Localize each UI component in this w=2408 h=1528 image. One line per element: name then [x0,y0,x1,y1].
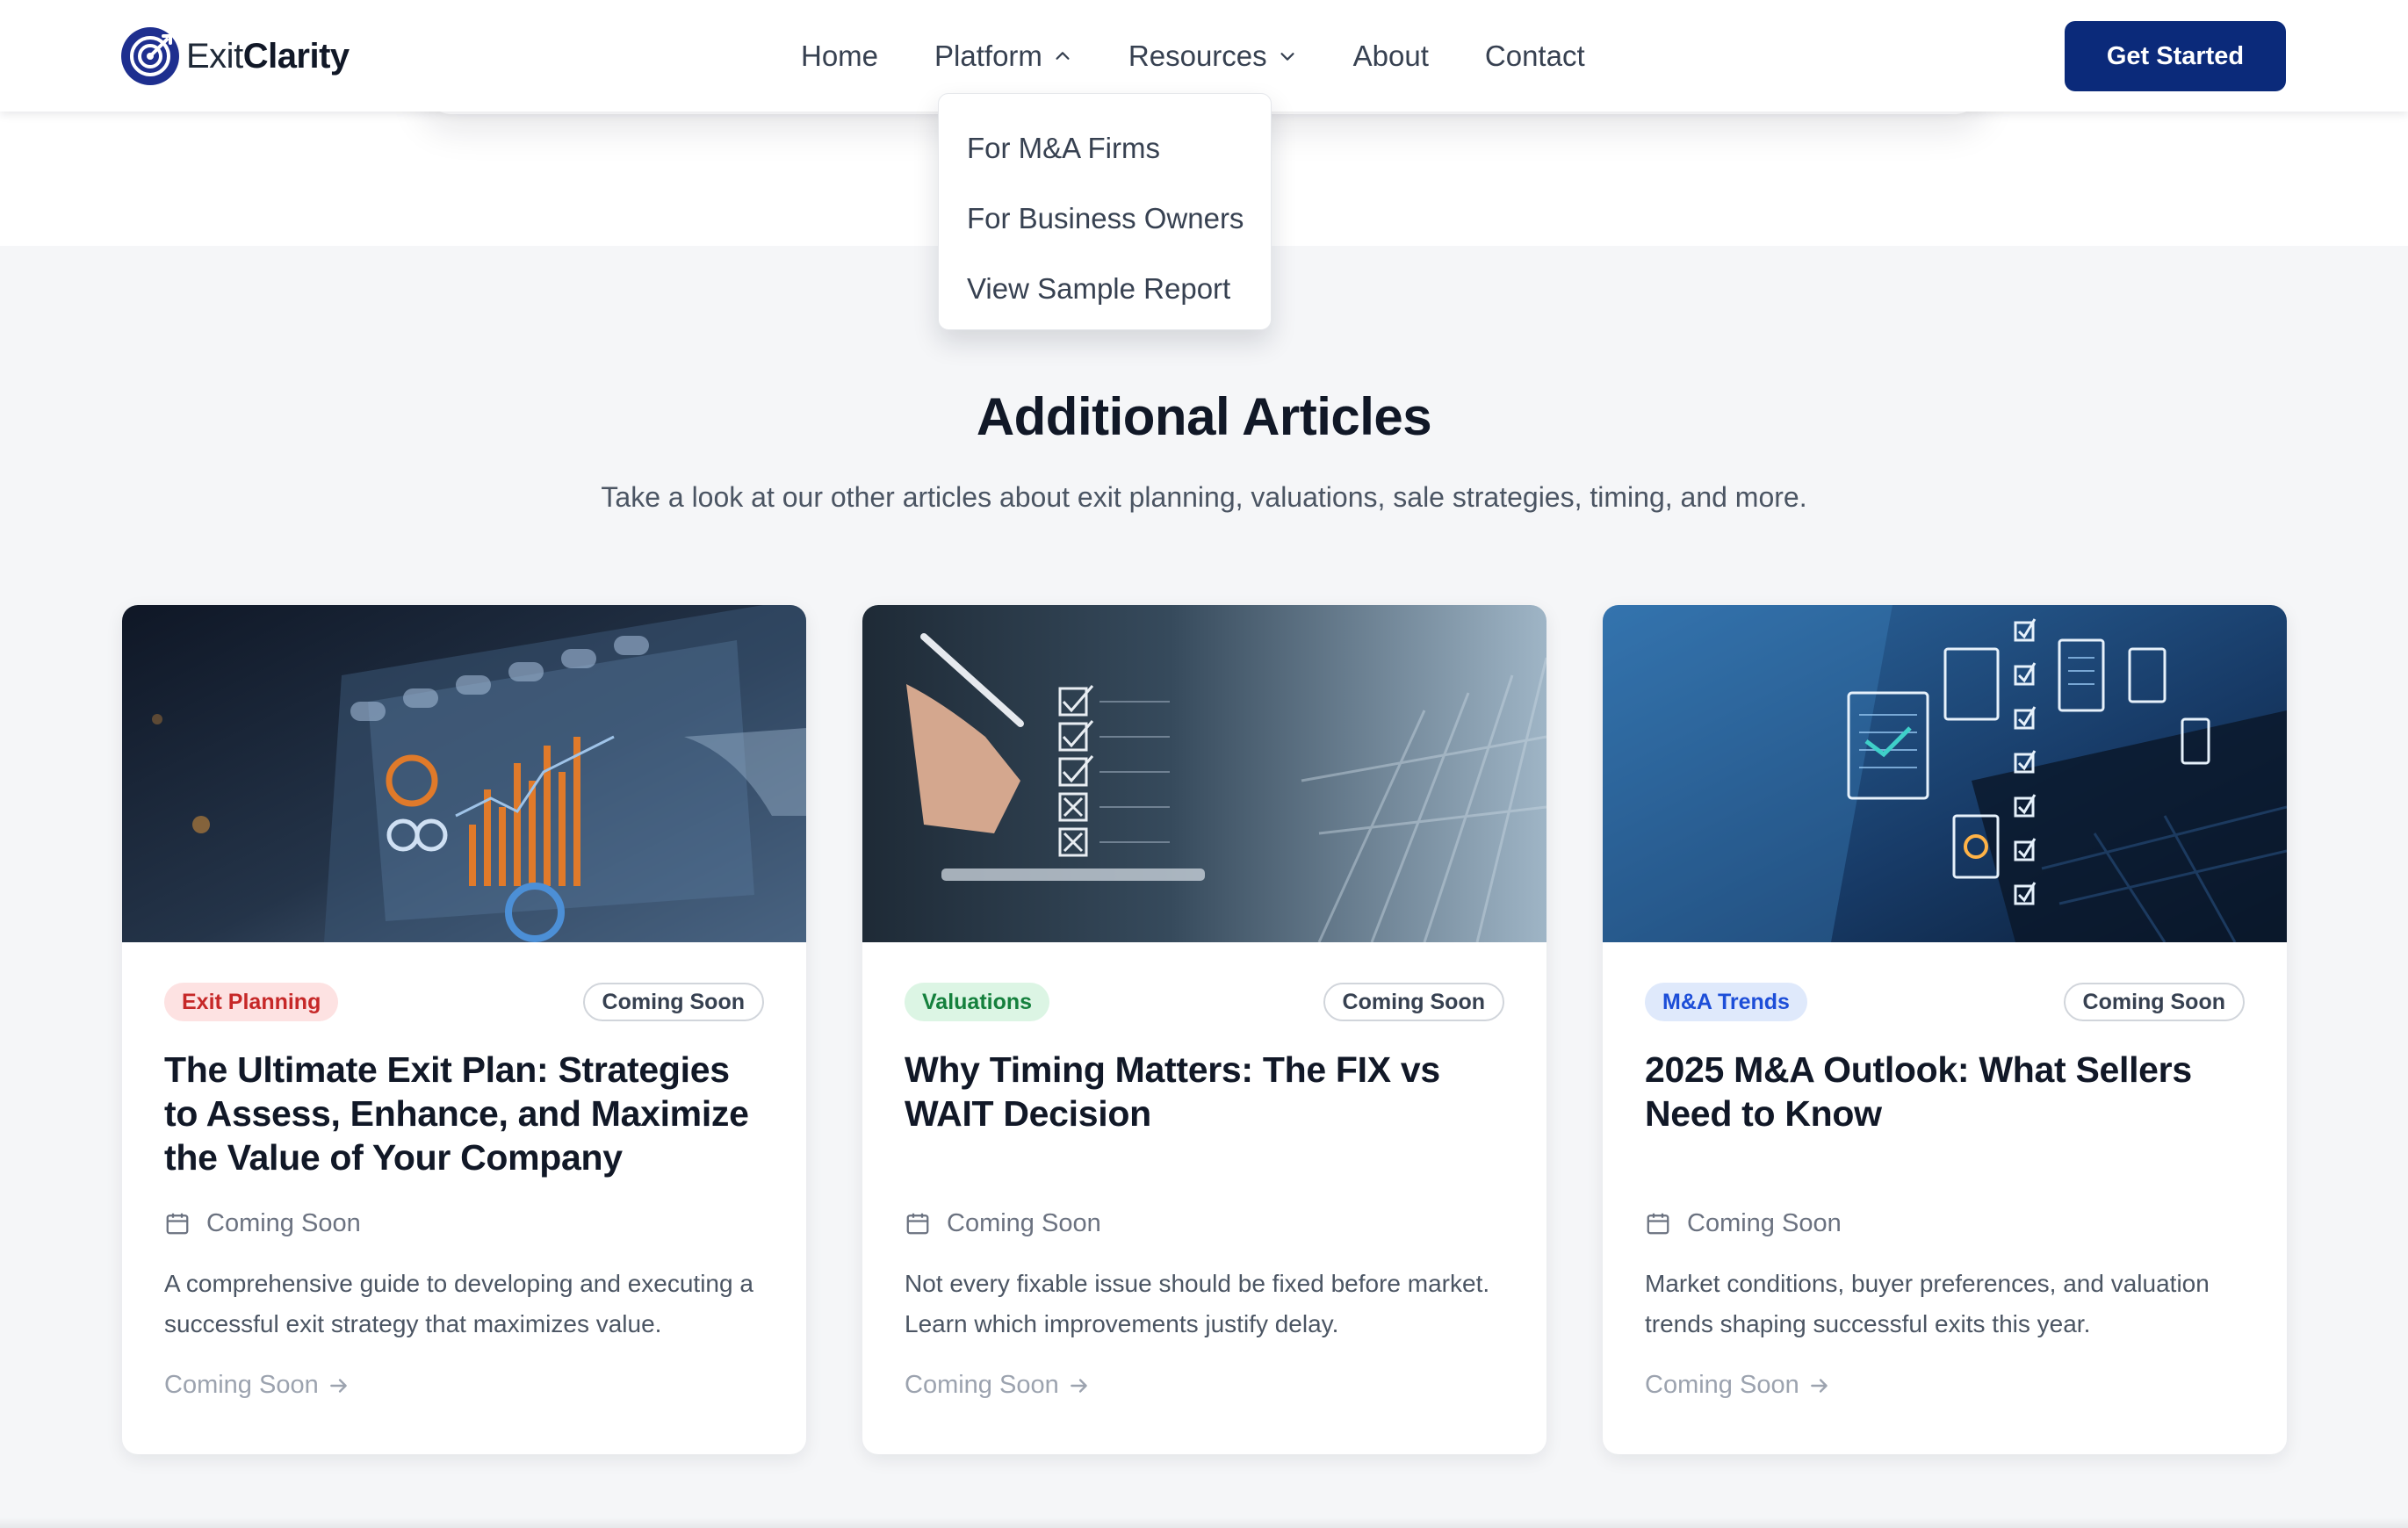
chevron-down-icon [1280,53,1294,61]
menu-item-ma-firms[interactable]: For M&A Firms [939,120,1271,191]
date-text: Coming Soon [206,1208,361,1237]
arrow-right-icon [1810,1378,1828,1393]
date-text: Coming Soon [1687,1208,1842,1237]
link-text: Coming Soon [1645,1371,1799,1399]
nav-home[interactable]: Home [801,40,878,73]
section-title: Additional Articles [976,387,1432,446]
nav-label: Resources [1128,40,1267,72]
article-date: Coming Soon [164,1206,764,1241]
read-more-link[interactable]: Coming Soon [164,1371,764,1400]
page-bottom-divider [0,1517,2408,1528]
nav-label: Contact [1484,40,1585,72]
logo-prefix: Exit [186,36,243,76]
calendar-icon [906,1213,929,1235]
link-text: Coming Soon [164,1371,319,1399]
article-card[interactable]: Valuations Coming Soon Why Timing Matter… [862,605,1546,1454]
nav-contact[interactable]: Contact [1485,40,1585,73]
nav-platform[interactable]: Platform [934,40,1072,73]
nav-about[interactable]: About [1353,40,1429,73]
article-description: A comprehensive guide to developing and … [164,1270,753,1337]
date-text: Coming Soon [947,1208,1101,1237]
article-description: Market conditions, buyer preferences, an… [1645,1270,2210,1337]
category-badge: M&A Trends [1645,983,1807,1021]
category-badge: Exit Planning [164,983,339,1021]
menu-item-sample-report[interactable]: View Sample Report [939,261,1271,331]
platform-dropdown-menu: For M&A Firms For Business Owners View S… [938,93,1272,330]
article-image-checklist [862,605,1546,942]
menu-item-business-owners[interactable]: For Business Owners [939,191,1271,261]
target-logo-icon [121,27,179,85]
article-card-body: M&A Trends Coming Soon 2025 M&A Outlook:… [1645,983,2245,1400]
tag-row: Valuations Coming Soon [905,983,1504,1021]
article-description: Not every fixable issue should be fixed … [905,1270,1490,1337]
article-image-dashboard [122,605,806,942]
article-title[interactable]: Why Timing Matters: The FIX vs WAIT Deci… [905,1048,1504,1185]
link-text: Coming Soon [905,1371,1059,1399]
nav-resources[interactable]: Resources [1128,40,1297,73]
nav-label: Platform [934,40,1042,72]
read-more-link[interactable]: Coming Soon [905,1371,1504,1400]
status-badge: Coming Soon [2063,983,2245,1021]
logo[interactable]: ExitClarity [121,26,350,86]
article-title[interactable]: 2025 M&A Outlook: What Sellers Need to K… [1645,1048,2245,1185]
article-date: Coming Soon [1645,1206,2245,1241]
tag-row: Exit Planning Coming Soon [164,983,764,1021]
read-more-link[interactable]: Coming Soon [1645,1371,2245,1400]
arrow-right-icon [329,1378,347,1393]
calendar-icon [166,1213,189,1235]
article-date: Coming Soon [905,1206,1504,1241]
status-badge: Coming Soon [1323,983,1504,1021]
get-started-button[interactable]: Get Started [2065,21,2286,91]
chevron-up-icon [1056,52,1070,60]
status-badge: Coming Soon [582,983,764,1021]
nav-label: Home [801,40,879,72]
logo-suffix: Clarity [242,36,350,76]
category-badge: Valuations [905,983,1050,1021]
section-subtitle: Take a look at our other articles about … [601,481,1807,513]
main-nav: Home Platform Resources About Contact [801,35,1585,77]
article-card[interactable]: M&A Trends Coming Soon 2025 M&A Outlook:… [1603,605,2287,1454]
calendar-icon [1647,1213,1669,1235]
article-card-body: Exit Planning Coming Soon The Ultimate E… [164,983,764,1400]
arrow-right-icon [1070,1378,1087,1393]
article-card-body: Valuations Coming Soon Why Timing Matter… [905,983,1504,1400]
logo-text: ExitClarity [186,37,350,76]
article-title[interactable]: The Ultimate Exit Plan: Strategies to As… [164,1048,764,1185]
nav-label: About [1352,40,1429,72]
tag-row: M&A Trends Coming Soon [1645,983,2245,1021]
article-card[interactable]: Exit Planning Coming Soon The Ultimate E… [122,605,806,1454]
article-image-laptop-documents [1603,605,2287,942]
